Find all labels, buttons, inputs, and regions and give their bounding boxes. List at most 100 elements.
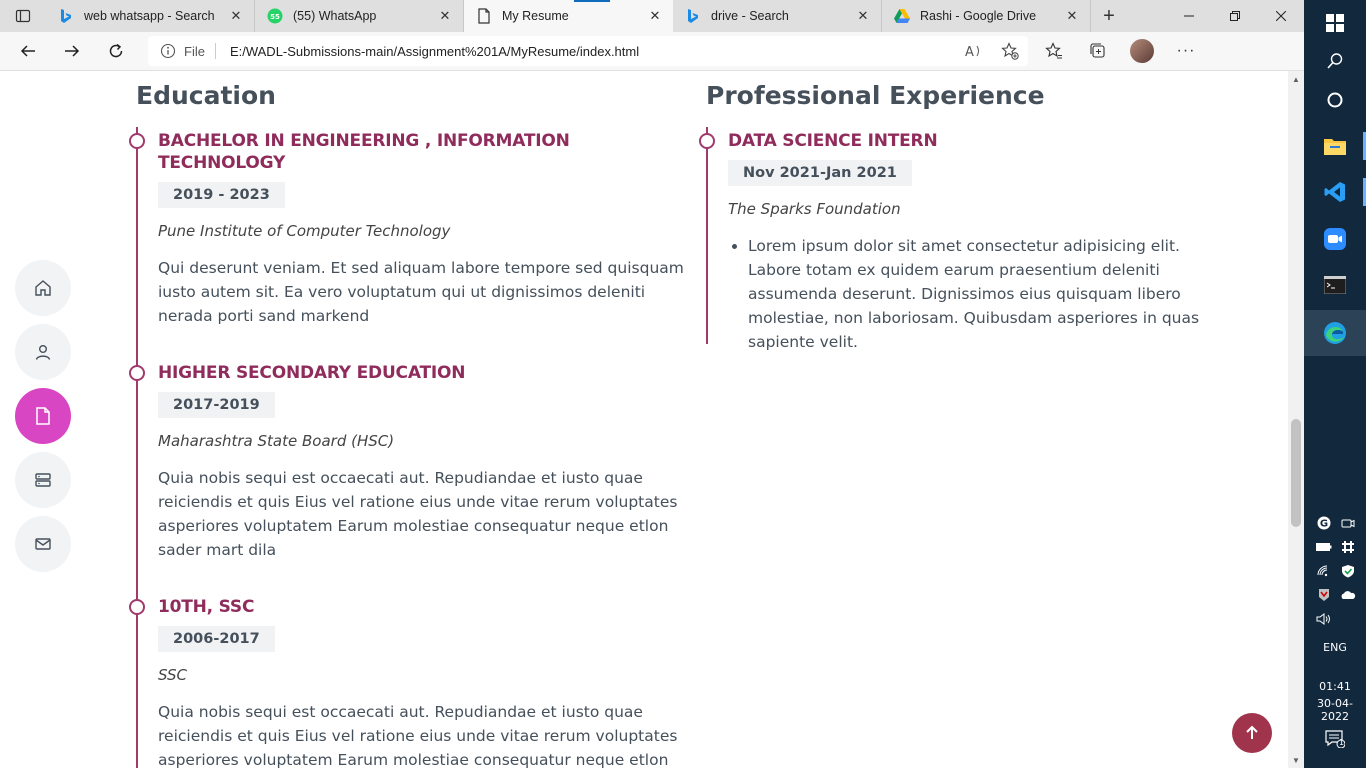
favorites-icon: [1045, 42, 1062, 59]
close-window-button[interactable]: [1258, 0, 1304, 32]
add-favorite-icon[interactable]: [992, 42, 1028, 60]
volume-icon[interactable]: [1312, 610, 1336, 628]
plus-icon: +: [1103, 4, 1115, 27]
url-text[interactable]: E:/WADL-Submissions-main/Assignment%201A…: [230, 44, 956, 59]
action-center-button[interactable]: 1: [1304, 730, 1366, 750]
zoom-icon: [1324, 228, 1346, 250]
experience-timeline: DATA SCIENCE INTERN Nov 2021-Jan 2021 Th…: [699, 127, 1226, 351]
new-tab-button[interactable]: +: [1091, 0, 1127, 32]
nav-services-button[interactable]: [15, 452, 71, 508]
search-icon: [1327, 53, 1343, 69]
mail-icon: [35, 538, 51, 550]
cortana-icon: [1327, 92, 1343, 108]
arrow-left-icon: [20, 45, 35, 57]
minimize-button[interactable]: [1166, 0, 1212, 32]
nav-about-button[interactable]: [15, 324, 71, 380]
education-timeline: BACHELOR IN ENGINEERING , INFORMATION TE…: [129, 127, 686, 768]
restore-icon: [1230, 11, 1240, 21]
read-aloud-icon[interactable]: A: [956, 43, 992, 59]
tab-title: web whatsapp - Search: [84, 9, 215, 23]
timeline-dot: [699, 133, 715, 149]
nav-contact-button[interactable]: [15, 516, 71, 572]
close-tab-icon[interactable]: ✕: [1064, 8, 1080, 24]
timeline-dot: [129, 365, 145, 381]
education-description: Qui deserunt veniam. Et sed aliquam labo…: [158, 259, 684, 325]
education-item: BACHELOR IN ENGINEERING , INFORMATION TE…: [129, 130, 686, 328]
scroll-down-arrow-icon[interactable]: ▼: [1288, 752, 1304, 768]
education-period: 2006-2017: [158, 626, 275, 652]
system-tray: G: [1312, 514, 1362, 628]
settings-more-button[interactable]: ···: [1164, 33, 1208, 69]
education-title: HIGHER SECONDARY EDUCATION: [158, 363, 466, 383]
window-controls: [1166, 0, 1304, 32]
tab-title: (55) WhatsApp: [293, 9, 377, 23]
clock-time[interactable]: 01:41: [1304, 680, 1366, 693]
battery-icon[interactable]: [1312, 538, 1336, 556]
experience-bullets: Lorem ipsum dolor sit amet consectetur a…: [728, 234, 1226, 354]
experience-bullet: Lorem ipsum dolor sit amet consectetur a…: [748, 234, 1226, 354]
file-explorer-button[interactable]: [1304, 123, 1366, 169]
collections-button[interactable]: [1076, 33, 1120, 69]
terminal-icon: [1324, 276, 1346, 294]
experience-title: DATA SCIENCE INTERN: [728, 131, 938, 151]
wifi-icon[interactable]: [1312, 562, 1336, 580]
onedrive-icon[interactable]: [1336, 586, 1360, 604]
profile-button[interactable]: [1120, 33, 1164, 69]
more-icon: ···: [1176, 42, 1196, 59]
nav-resume-button[interactable]: [15, 388, 71, 444]
forward-button[interactable]: [50, 33, 94, 69]
address-bar[interactable]: File E:/WADL-Submissions-main/Assignment…: [148, 36, 1028, 66]
tab-actions-button[interactable]: [0, 0, 46, 32]
close-tab-icon[interactable]: ✕: [437, 8, 453, 24]
tab-web-whatsapp-search[interactable]: web whatsapp - Search ✕: [46, 0, 255, 32]
close-tab-icon[interactable]: ✕: [647, 8, 663, 24]
scrollbar-thumb[interactable]: [1291, 419, 1301, 527]
meet-now-icon[interactable]: [1336, 514, 1360, 532]
tab-drive-search[interactable]: drive - Search ✕: [673, 0, 882, 32]
back-to-top-button[interactable]: [1232, 713, 1272, 753]
home-icon: [35, 280, 51, 296]
side-nav: [15, 260, 71, 580]
tab-google-drive[interactable]: Rashi - Google Drive ✕: [882, 0, 1091, 32]
back-button[interactable]: [6, 33, 50, 69]
divider: [214, 43, 216, 59]
education-institution: SSC: [158, 666, 187, 684]
person-icon: [35, 345, 51, 360]
bing-icon: [58, 8, 74, 24]
scheme-label: File: [184, 43, 205, 59]
language-indicator[interactable]: ENG: [1304, 641, 1366, 654]
experience-heading: Professional Experience: [706, 81, 1045, 110]
slack-icon[interactable]: [1336, 538, 1360, 556]
refresh-button[interactable]: [94, 33, 138, 69]
close-tab-icon[interactable]: ✕: [228, 8, 244, 24]
education-title: BACHELOR IN ENGINEERING , INFORMATION TE…: [158, 131, 570, 173]
windows-taskbar: G ENG 01:41 30-04-2022 1: [1304, 0, 1366, 768]
security-shield-icon[interactable]: [1336, 562, 1360, 580]
antivirus-icon[interactable]: [1312, 586, 1336, 604]
education-title: 10TH, SSC: [158, 597, 255, 617]
close-tab-icon[interactable]: ✕: [855, 8, 871, 24]
tab-bar: web whatsapp - Search ✕ 55 (55) WhatsApp…: [0, 0, 1304, 32]
tab-my-resume[interactable]: My Resume ✕: [464, 0, 673, 32]
tab-whatsapp[interactable]: 55 (55) WhatsApp ✕: [255, 0, 464, 32]
page-scrollbar[interactable]: ▲ ▼: [1288, 71, 1304, 768]
education-heading: Education: [136, 81, 276, 110]
zoom-button[interactable]: [1304, 216, 1366, 262]
svg-text:55: 55: [270, 13, 280, 21]
clock-date[interactable]: 30-04-2022: [1304, 697, 1366, 723]
tab-title: Rashi - Google Drive: [920, 9, 1037, 23]
nav-home-button[interactable]: [15, 260, 71, 316]
cortana-button[interactable]: [1304, 77, 1366, 123]
resume-page: Education Professional Experience BACHEL…: [0, 71, 1288, 768]
close-icon: [1276, 11, 1286, 21]
info-icon[interactable]: [160, 43, 176, 59]
terminal-button[interactable]: [1304, 262, 1366, 308]
education-description: Quia nobis sequi est occaecati aut. Repu…: [158, 703, 678, 768]
refresh-icon: [109, 43, 123, 58]
vscode-button[interactable]: [1304, 169, 1366, 215]
favorites-button[interactable]: [1032, 33, 1076, 69]
scroll-up-arrow-icon[interactable]: ▲: [1288, 71, 1304, 87]
grammarly-icon[interactable]: G: [1312, 514, 1336, 532]
edge-button[interactable]: [1304, 310, 1366, 356]
restore-button[interactable]: [1212, 0, 1258, 32]
